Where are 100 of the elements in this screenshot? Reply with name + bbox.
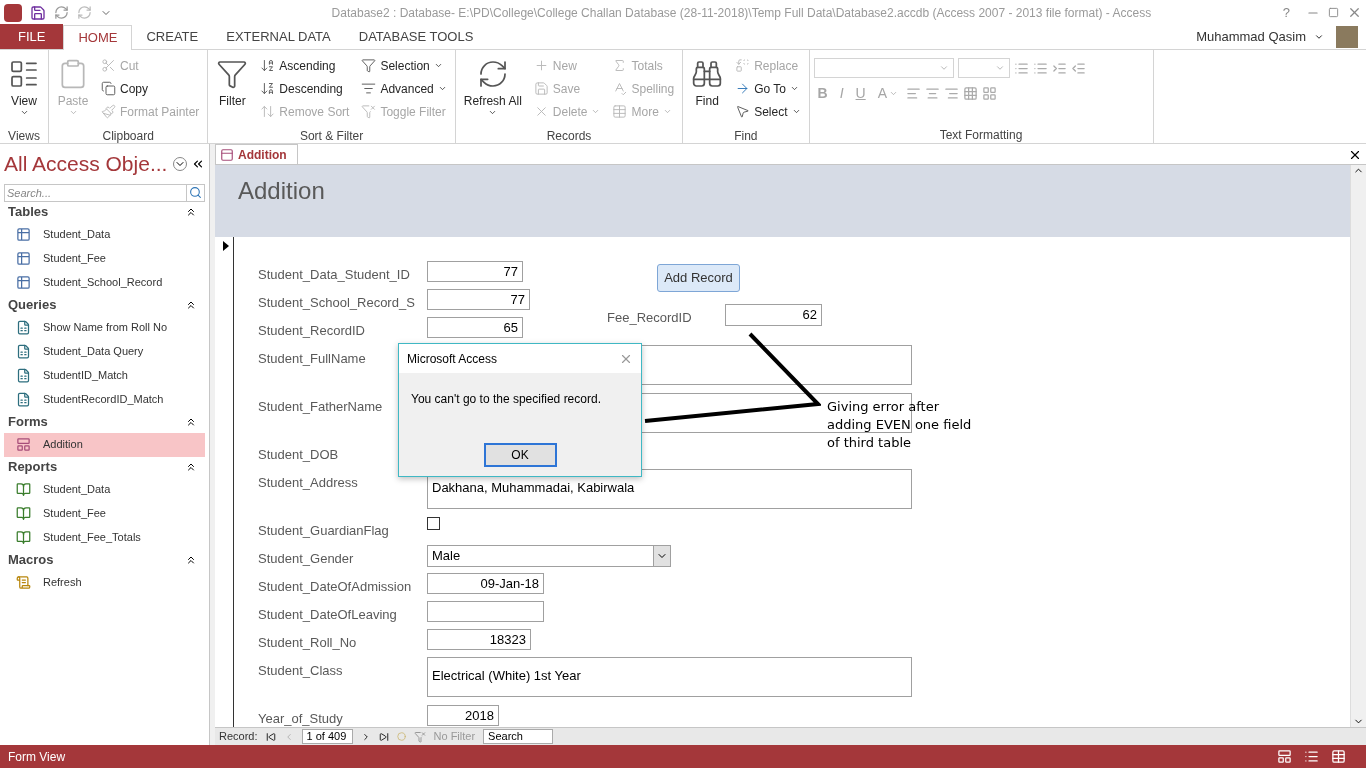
color-grid-icon[interactable] (982, 85, 998, 101)
field-label: Student_School_Record_S (258, 295, 415, 311)
search-field[interactable]: Search (483, 729, 554, 744)
collapse-icon[interactable] (185, 206, 197, 218)
sort-descending-icon (260, 81, 276, 96)
ribbon-button[interactable]: Selection (357, 54, 451, 77)
file-tab[interactable]: FILE (0, 24, 64, 49)
checkbox[interactable] (427, 517, 440, 530)
table-icon (16, 227, 31, 242)
form-view-icon[interactable] (1277, 749, 1292, 764)
nav-item[interactable]: Addition (4, 432, 205, 457)
last-record-icon[interactable] (378, 731, 389, 742)
search-field[interactable]: Search... (4, 183, 187, 202)
nav-item[interactable]: StudentID_Match (4, 363, 205, 388)
nav-item[interactable]: Show Name from Roll No (4, 315, 205, 340)
restore-icon[interactable] (1328, 7, 1339, 18)
nav-item[interactable]: Student_Fee_Totals (4, 525, 205, 550)
text-field[interactable]: 77 (427, 261, 523, 282)
ribbon-button[interactable]: Refresh All (459, 54, 526, 128)
numbering-icon[interactable] (1032, 60, 1048, 76)
text-field[interactable]: 65 (427, 317, 523, 338)
nav-item[interactable]: Student_School_Record (4, 270, 205, 295)
field-label: Student_FatherName (258, 399, 383, 415)
align-right-icon[interactable] (944, 85, 960, 101)
caret-icon[interactable] (1314, 32, 1324, 42)
outdent-icon[interactable] (1070, 60, 1086, 76)
query-icon (16, 320, 31, 335)
collapse-icon[interactable] (185, 461, 197, 473)
nav-item[interactable]: Refresh (4, 570, 205, 595)
ribbon-button[interactable]: Find (687, 54, 728, 128)
table-icon (612, 104, 628, 119)
caret-icon (791, 107, 801, 116)
add-record-button[interactable]: Add Record (657, 264, 740, 292)
ribbon-button[interactable]: View (4, 54, 44, 128)
save-icon[interactable] (30, 4, 46, 21)
collapse-icon[interactable] (185, 299, 197, 311)
ribbon-button[interactable]: Go To (731, 77, 805, 100)
ribbon-button[interactable]: Filter (212, 54, 253, 128)
filter-list-icon (361, 81, 377, 96)
vertical-scrollbar[interactable] (1350, 165, 1366, 727)
text-area[interactable]: Electrical (White) 1st Year (427, 657, 912, 697)
datasheet-view-icon[interactable] (1304, 749, 1319, 764)
field-label: Student_DateOfAdmission (258, 579, 412, 595)
ribbon-button[interactable]: Ascending (256, 54, 354, 77)
text-field[interactable] (427, 601, 544, 622)
group-header[interactable]: Forms (8, 412, 185, 432)
collapse-icon[interactable] (185, 554, 197, 566)
text-field[interactable]: 77 (427, 289, 530, 310)
ribbon-tab[interactable]: CREATE (132, 24, 213, 49)
spell-check-icon (612, 81, 628, 96)
group-header[interactable]: Tables (8, 202, 185, 222)
nav-item[interactable]: StudentRecordID_Match (4, 387, 205, 412)
collapse-icon[interactable] (185, 416, 197, 428)
nav-item[interactable]: Student_Data (4, 477, 205, 502)
nav-item[interactable]: Student_Data (4, 222, 205, 247)
group-header[interactable]: Queries (8, 295, 185, 315)
filter-icon (361, 104, 377, 119)
layout-view-icon[interactable] (1331, 749, 1346, 764)
text-field[interactable]: 62 (725, 304, 822, 326)
ribbon-tab[interactable]: EXTERNAL DATA (212, 24, 345, 49)
save-icon (533, 81, 549, 96)
align-center-icon[interactable] (925, 85, 941, 101)
text-field[interactable]: 2018 (427, 705, 499, 726)
filter-icon (361, 58, 377, 73)
align-left-icon[interactable] (906, 85, 922, 101)
user-name[interactable]: Muhammad Qasim (1196, 27, 1306, 47)
ribbon-button[interactable]: Descending (256, 77, 354, 100)
field-label: Student_FullName (258, 351, 366, 367)
help-button[interactable]: ? (1274, 2, 1298, 23)
nav-item[interactable]: Student_Data Query (4, 339, 205, 364)
gridlines-icon[interactable] (963, 85, 979, 101)
ribbon-tab[interactable]: HOME (63, 25, 133, 50)
nav-item[interactable]: Student_Fee (4, 501, 205, 526)
group-header[interactable]: Macros (8, 550, 185, 570)
group-label: Clipboard (101, 128, 155, 144)
field-label: Student_DateOfLeaving (258, 607, 397, 623)
group-header[interactable]: Reports (8, 457, 185, 477)
first-record-icon[interactable] (265, 731, 276, 742)
field-label: Student_Roll_No (258, 635, 357, 651)
indent-icon[interactable] (1051, 60, 1067, 76)
ribbon-button[interactable]: Select (731, 100, 805, 123)
caret-icon (433, 61, 443, 70)
record-position-field[interactable]: 1 of 409 (301, 729, 353, 744)
query-icon (16, 344, 31, 359)
ribbon-tab[interactable]: DATABASE TOOLS (344, 24, 488, 49)
document-tab[interactable]: Addition (215, 144, 298, 164)
search-button[interactable] (187, 183, 205, 202)
combo-box[interactable]: Male (427, 545, 671, 567)
ribbon-button[interactable]: Advanced (357, 77, 451, 100)
bullets-icon[interactable] (1013, 60, 1029, 76)
text-field[interactable]: 09-Jan-18 (427, 573, 544, 594)
close-icon[interactable] (1348, 148, 1362, 162)
form-icon (220, 147, 234, 162)
text-area[interactable]: Dakhana, Muhammadai, Kabirwala (427, 469, 912, 509)
nav-item[interactable]: Student_Fee (4, 246, 205, 271)
field-label: Student_RecordID (258, 323, 365, 339)
text-field[interactable]: 18323 (427, 629, 531, 650)
caret-icon (437, 84, 447, 93)
ok-button[interactable]: OK (483, 443, 557, 467)
ribbon-button[interactable]: Copy (97, 77, 204, 100)
